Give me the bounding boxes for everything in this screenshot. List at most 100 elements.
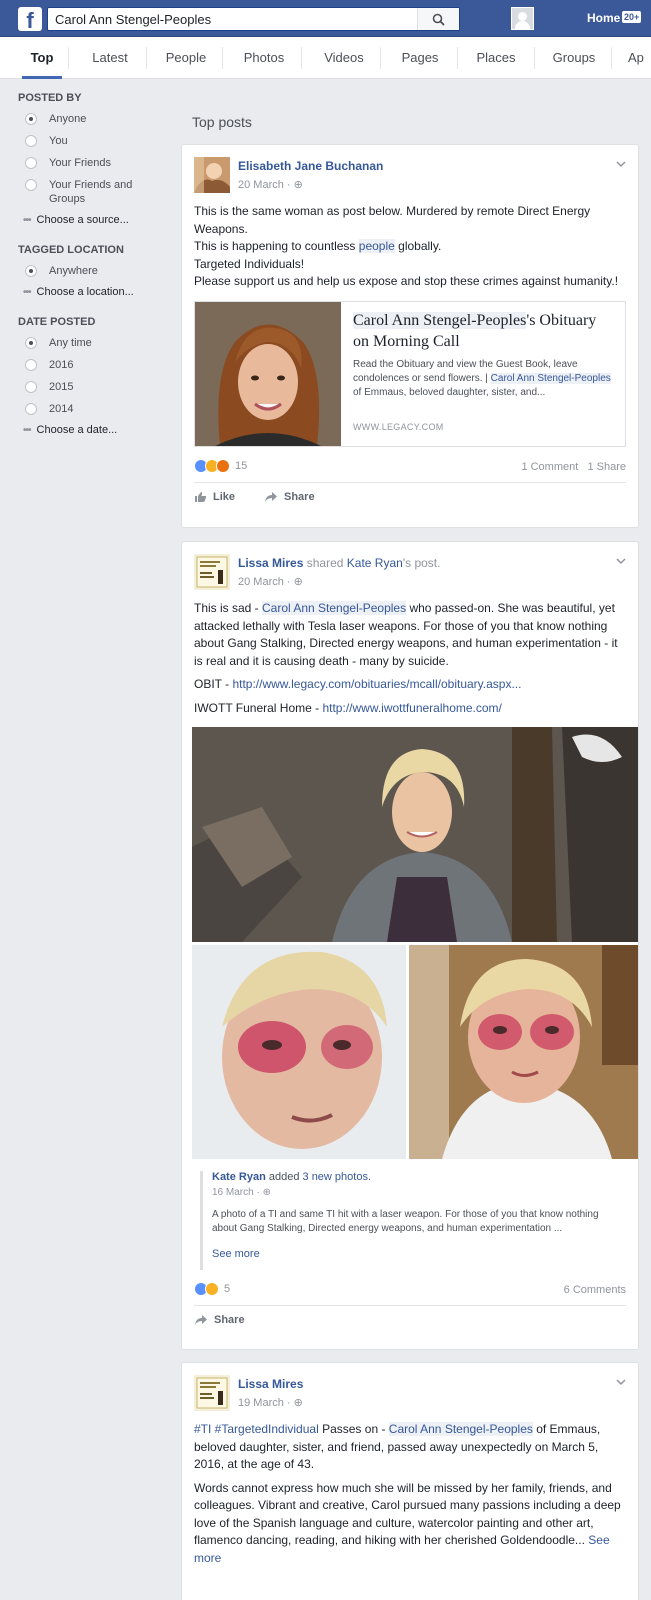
tab-latest[interactable]: Latest	[80, 37, 140, 79]
choose-location-link[interactable]: ••• Choose a location...	[23, 286, 163, 298]
hashtag-link[interactable]: people	[358, 239, 395, 253]
tab-apps[interactable]: Ap	[628, 37, 651, 79]
link-preview-card[interactable]: Carol Ann Stengel-Peoples's Obituary on …	[194, 300, 626, 447]
post-header: Elisabeth Jane Buchanan 20 March · ⊕	[182, 145, 638, 193]
tab-videos[interactable]: Videos	[314, 37, 374, 79]
share-label: Share	[284, 490, 315, 503]
choose-date-link[interactable]: ••• Choose a date...	[23, 424, 163, 436]
share-arrow-icon	[265, 491, 277, 502]
comment-count-link[interactable]: 1 Comment	[521, 461, 578, 473]
like-label: Like	[213, 490, 236, 503]
filter-option[interactable]: You	[18, 134, 163, 148]
photo-top[interactable]	[192, 727, 638, 942]
chevron-down-icon[interactable]	[616, 159, 626, 169]
reactions-summary[interactable]: 15	[194, 458, 247, 473]
home-notification-badge: 20+	[622, 11, 642, 23]
search-button[interactable]	[417, 8, 459, 30]
globe-icon: ⊕	[262, 1187, 271, 1198]
tab-top[interactable]: Top	[22, 37, 62, 79]
radio-icon[interactable]	[25, 337, 37, 349]
post-text: This is the same woman as post below. Mu…	[182, 193, 638, 291]
filter-option[interactable]: Any time	[18, 336, 163, 350]
tab-divider	[68, 47, 69, 69]
text-segment: Words cannot express how much she will b…	[194, 1480, 621, 1548]
filter-heading: TAGGED LOCATION	[18, 244, 124, 256]
photo-bottom-left[interactable]	[192, 945, 406, 1159]
filter-option[interactable]: 2014	[18, 402, 163, 416]
obit-url-link[interactable]: http://www.legacy.com/obituaries/mcall/o…	[232, 677, 521, 691]
radio-icon[interactable]	[25, 113, 37, 125]
post-date[interactable]: 20 March · ⊕	[238, 575, 303, 588]
post-text: #TI #TargetedIndividual Passes on - Caro…	[182, 1411, 638, 1567]
more-dots-icon: •••	[23, 286, 31, 298]
filter-option[interactable]: Anywhere	[18, 264, 163, 278]
post-card: Elisabeth Jane Buchanan 20 March · ⊕ Thi…	[181, 144, 639, 528]
radio-icon[interactable]	[25, 403, 37, 415]
profile-avatar[interactable]	[511, 7, 534, 30]
post-header: Lissa Mires 19 March · ⊕	[182, 1363, 638, 1411]
desc-highlight: Carol Ann Stengel-Peoples	[490, 372, 611, 384]
post-date[interactable]: 19 March · ⊕	[238, 1396, 303, 1409]
radio-icon[interactable]	[25, 179, 37, 191]
photo-bottom-right[interactable]	[409, 945, 638, 1159]
author-avatar[interactable]	[194, 157, 230, 193]
author-name[interactable]: Elisabeth Jane Buchanan	[238, 159, 383, 173]
funeral-url-link[interactable]: http://www.iwottfuneralhome.com/	[322, 701, 501, 715]
radio-icon[interactable]	[25, 359, 37, 371]
tab-people[interactable]: People	[156, 37, 216, 79]
tab-groups[interactable]: Groups	[544, 37, 604, 79]
title-highlight: Carol Ann Stengel-Peoples	[353, 311, 527, 329]
option-label: Your Friends and Groups	[49, 179, 133, 205]
share-count-link[interactable]: 1 Share	[587, 461, 626, 473]
tagged-name-link[interactable]: Carol Ann Stengel-Peoples	[388, 1422, 533, 1436]
post-text-line: This is the same woman as post below. Mu…	[194, 204, 591, 236]
share-label: Share	[214, 1314, 245, 1326]
filter-option[interactable]: Your Friends	[18, 156, 163, 170]
link-description: Read the Obituary and view the Guest Boo…	[353, 358, 613, 400]
radio-icon[interactable]	[25, 157, 37, 169]
link-domain: WWW.LEGACY.COM	[353, 421, 444, 432]
photo-collage	[192, 727, 638, 1159]
reactions-summary[interactable]: 5	[194, 1282, 230, 1296]
reaction-count: 5	[224, 1283, 231, 1295]
quote-date[interactable]: 16 March · ⊕	[212, 1187, 626, 1198]
like-button[interactable]: Like	[194, 491, 235, 503]
author-avatar[interactable]	[194, 554, 230, 590]
quote-photos-link[interactable]: 3 new photos.	[303, 1171, 372, 1183]
chevron-down-icon[interactable]	[616, 1377, 626, 1387]
tab-divider	[380, 47, 381, 69]
home-link[interactable]: Home	[587, 11, 620, 25]
post-date[interactable]: 20 March · ⊕	[238, 178, 303, 191]
filter-option[interactable]: 2015	[18, 380, 163, 394]
filter-option[interactable]: 2016	[18, 358, 163, 372]
share-button[interactable]: Share	[194, 1314, 245, 1326]
tab-photos[interactable]: Photos	[234, 37, 294, 79]
post-text: This is sad - Carol Ann Stengel-Peoples …	[182, 590, 638, 717]
choose-source-link[interactable]: ••• Choose a source...	[23, 214, 163, 226]
quote-author-link[interactable]: Kate Ryan	[212, 1171, 266, 1183]
radio-icon[interactable]	[25, 381, 37, 393]
angry-reaction-icon	[216, 458, 230, 473]
tab-divider	[611, 47, 612, 69]
author-name[interactable]: Lissa Mires	[238, 1377, 303, 1391]
see-more-link[interactable]: See more	[212, 1248, 260, 1270]
filter-option[interactable]: Anyone	[18, 112, 163, 126]
share-button[interactable]: Share	[264, 491, 315, 503]
facebook-logo-icon[interactable]: f	[18, 7, 42, 31]
choose-label: Choose a date...	[36, 424, 118, 436]
filter-option[interactable]: Your Friends and Groups	[18, 178, 163, 206]
comment-counts[interactable]: 6 Comments	[564, 1284, 626, 1296]
hashtag-link[interactable]: #TI #TargetedIndividual	[194, 1422, 319, 1436]
tab-places[interactable]: Places	[466, 37, 526, 79]
radio-icon[interactable]	[25, 265, 37, 277]
radio-icon[interactable]	[25, 135, 37, 147]
shared-author-link[interactable]: Kate Ryan	[347, 556, 403, 570]
author-avatar[interactable]	[194, 1375, 230, 1411]
chevron-down-icon[interactable]	[616, 556, 626, 566]
tab-divider	[146, 47, 147, 69]
tagged-name-link[interactable]: Carol Ann Stengel-Peoples	[262, 601, 407, 615]
search-input[interactable]	[48, 8, 418, 30]
tab-pages[interactable]: Pages	[390, 37, 450, 79]
author-name[interactable]: Lissa Mires	[238, 556, 303, 570]
post-card: Lissa Mires shared Kate Ryan's post. 20 …	[181, 541, 639, 1350]
